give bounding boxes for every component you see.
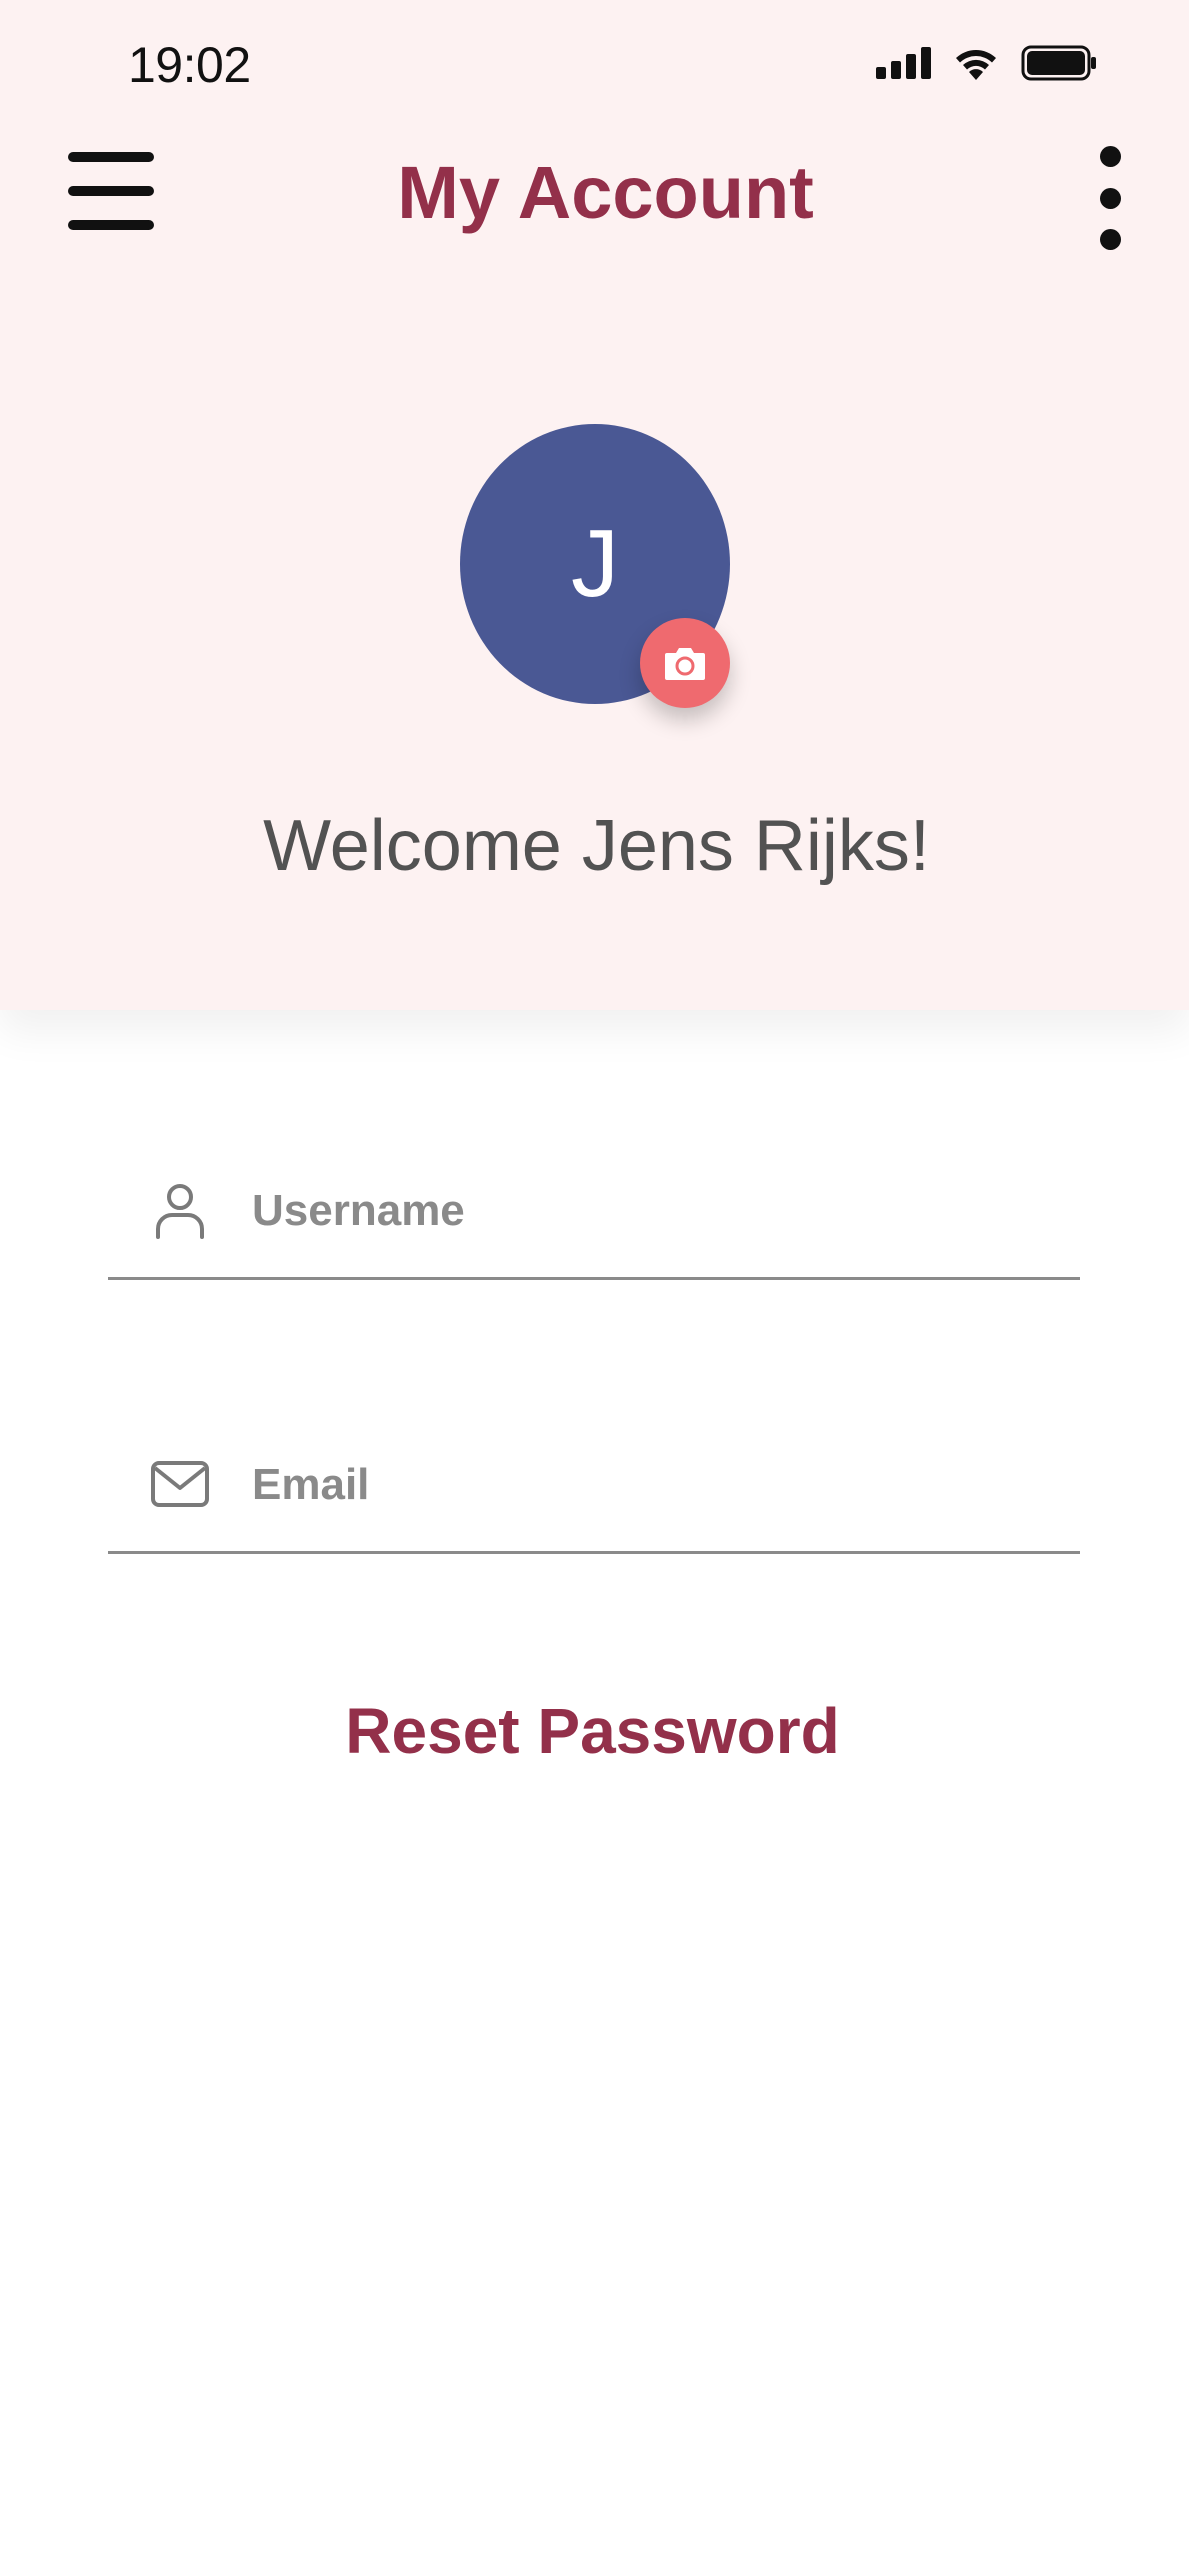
- mail-icon: [150, 1454, 210, 1514]
- reset-password-button[interactable]: Reset Password: [0, 1694, 1189, 1768]
- camera-icon: [665, 648, 705, 680]
- more-vertical-icon[interactable]: [1090, 146, 1130, 250]
- cellular-signal-icon: [876, 47, 931, 79]
- welcome-message: Welcome Jens Rijks!: [263, 806, 930, 886]
- username-input[interactable]: [252, 1178, 1032, 1244]
- page-title: My Account: [397, 151, 814, 234]
- my-account-screen: 19:02 My Account J Welcome Jens Rijks! U…: [0, 0, 1189, 2573]
- email-input[interactable]: [252, 1452, 1032, 1518]
- wifi-icon: [956, 50, 996, 80]
- status-time: 19:02: [128, 37, 251, 93]
- email-field[interactable]: [108, 1434, 1080, 1554]
- change-photo-button[interactable]: [640, 618, 730, 708]
- username-field[interactable]: [108, 1160, 1080, 1280]
- status-icons: [876, 44, 1097, 82]
- profile-header: 19:02 My Account J Welcome Jens Rijks!: [0, 0, 1189, 1010]
- user-icon: [150, 1180, 210, 1240]
- avatar-initial: J: [571, 510, 619, 617]
- battery-icon: [1021, 45, 1096, 81]
